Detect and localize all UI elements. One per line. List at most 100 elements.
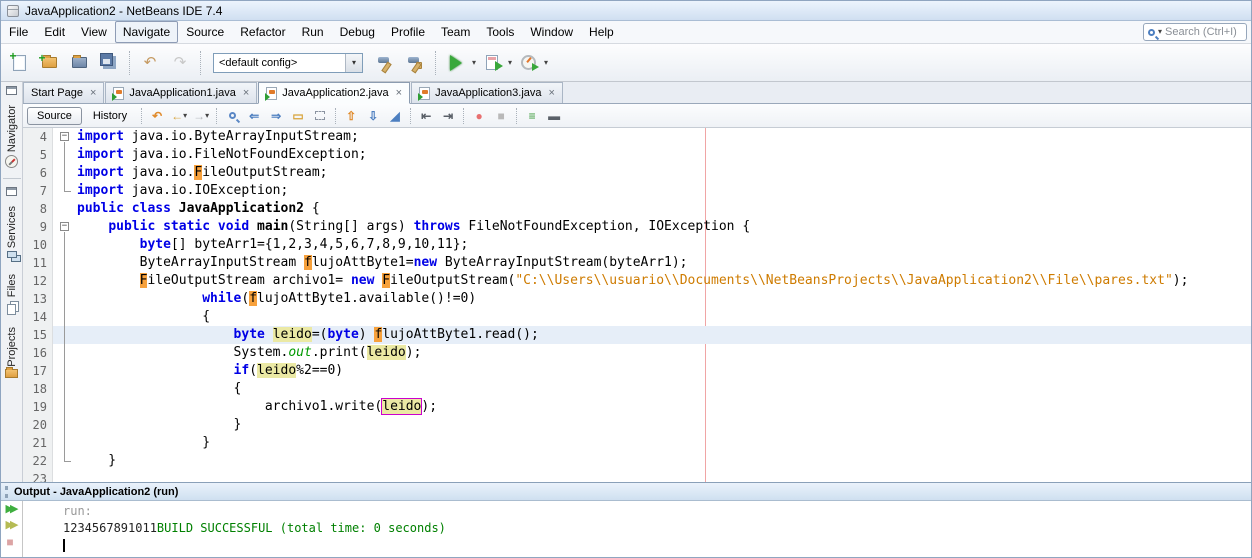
run-dropdown-icon[interactable]: ▾: [472, 58, 476, 67]
line-number[interactable]: 4: [23, 128, 53, 146]
previous-occurrence-button[interactable]: ⇐: [244, 106, 264, 126]
back-button[interactable]: ← ▾: [169, 106, 189, 126]
search-box[interactable]: ▾ Search (Ctrl+I): [1143, 23, 1247, 41]
dock-window-icon[interactable]: [6, 86, 17, 95]
rectangular-selection-button[interactable]: [310, 106, 330, 126]
tab-javaapplication2-java[interactable]: JavaApplication2.java ×: [258, 82, 411, 104]
new-project-button[interactable]: [35, 49, 63, 77]
code-line-19[interactable]: 19 archivo1.write(leido);: [23, 398, 1251, 416]
debug-dropdown-icon[interactable]: ▾: [508, 58, 512, 67]
menu-debug[interactable]: Debug: [332, 21, 383, 43]
tab-close-icon[interactable]: ×: [394, 87, 402, 99]
code-line-22[interactable]: 22 }: [23, 452, 1251, 470]
run-project-button[interactable]: [442, 49, 470, 77]
output-header[interactable]: Output - JavaApplication2 (run): [1, 483, 1251, 501]
new-file-button[interactable]: [5, 49, 33, 77]
rerun-button[interactable]: ▶▶: [6, 504, 19, 515]
next-occurrence-button[interactable]: ⇒: [266, 106, 286, 126]
build-project-button[interactable]: [371, 49, 399, 77]
sidebar-item-projects[interactable]: Projects: [5, 323, 18, 383]
code-line-6[interactable]: 6 import java.io.FileOutputStream;: [23, 164, 1251, 182]
line-number[interactable]: 7: [23, 182, 53, 200]
forward-dropdown-icon[interactable]: ▾: [205, 111, 209, 120]
menu-navigate[interactable]: Navigate: [114, 21, 179, 43]
line-number[interactable]: 23: [23, 470, 53, 482]
configuration-combobox[interactable]: <default config> ▾: [213, 52, 363, 73]
menu-team[interactable]: Team: [433, 21, 478, 43]
dock-window-icon[interactable]: [6, 187, 17, 197]
code-fold-icon[interactable]: −: [53, 218, 77, 236]
code-line-14[interactable]: 14 {: [23, 308, 1251, 326]
forward-button[interactable]: → ▾: [191, 106, 211, 126]
menu-tools[interactable]: Tools: [478, 21, 522, 43]
line-number[interactable]: 13: [23, 290, 53, 308]
line-number[interactable]: 15: [23, 326, 53, 344]
collapse-minus-icon[interactable]: −: [60, 132, 69, 141]
back-dropdown-icon[interactable]: ▾: [183, 111, 187, 120]
combobox-dropdown-icon[interactable]: ▾: [345, 53, 362, 72]
undo-button[interactable]: ↶: [136, 49, 164, 77]
stop-button[interactable]: ■: [6, 536, 16, 548]
toggle-highlight-button[interactable]: ▭: [288, 106, 308, 126]
find-button[interactable]: [222, 106, 242, 126]
menu-file[interactable]: File: [1, 21, 36, 43]
clean-build-project-button[interactable]: [401, 49, 429, 77]
code-line-18[interactable]: 18 {: [23, 380, 1251, 398]
next-bookmark-button[interactable]: ⇩: [363, 106, 383, 126]
history-view-button[interactable]: History: [84, 108, 136, 124]
drag-grip-icon[interactable]: [5, 485, 8, 498]
line-number[interactable]: 20: [23, 416, 53, 434]
tab-close-icon[interactable]: ×: [88, 87, 96, 99]
menu-refactor[interactable]: Refactor: [232, 21, 293, 43]
line-number[interactable]: 9: [23, 218, 53, 236]
previous-bookmark-button[interactable]: ⇧: [341, 106, 361, 126]
code-line-10[interactable]: 10 byte[] byteArr1={1,2,3,4,5,6,7,8,9,10…: [23, 236, 1251, 254]
code-line-11[interactable]: 11 ByteArrayInputStream flujoAttByte1=ne…: [23, 254, 1251, 272]
menu-run[interactable]: Run: [294, 21, 332, 43]
tab-close-icon[interactable]: ×: [241, 87, 249, 99]
code-line-8[interactable]: 8 public class JavaApplication2 {: [23, 200, 1251, 218]
menu-profile[interactable]: Profile: [383, 21, 433, 43]
tab-close-icon[interactable]: ×: [547, 87, 555, 99]
line-number[interactable]: 16: [23, 344, 53, 362]
save-all-button[interactable]: [95, 49, 123, 77]
menu-window[interactable]: Window: [522, 21, 581, 43]
line-number[interactable]: 11: [23, 254, 53, 272]
code-line-4[interactable]: 4− import java.io.ByteArrayInputStream;: [23, 128, 1251, 146]
code-line-16[interactable]: 16 System.out.print(leido);: [23, 344, 1251, 362]
source-view-button[interactable]: Source: [27, 106, 82, 125]
line-number[interactable]: 21: [23, 434, 53, 452]
code-line-17[interactable]: 17 if(leido%2==0): [23, 362, 1251, 380]
debug-project-button[interactable]: [478, 49, 506, 77]
line-number[interactable]: 18: [23, 380, 53, 398]
toggle-bookmark-button[interactable]: ◢: [385, 106, 405, 126]
titlebar[interactable]: JavaApplication2 - NetBeans IDE 7.4: [1, 1, 1251, 21]
sidebar-item-files[interactable]: Files: [6, 270, 18, 318]
code-line-20[interactable]: 20 }: [23, 416, 1251, 434]
sidebar-item-services[interactable]: Services: [6, 202, 18, 266]
code-editor[interactable]: 4− import java.io.ByteArrayInputStream; 5 i…: [23, 128, 1251, 482]
line-number[interactable]: 12: [23, 272, 53, 290]
profile-dropdown-icon[interactable]: ▾: [544, 58, 548, 67]
line-number[interactable]: 14: [23, 308, 53, 326]
uncomment-button[interactable]: ▬: [544, 106, 564, 126]
code-line-23[interactable]: 23: [23, 470, 1251, 482]
line-number[interactable]: 22: [23, 452, 53, 470]
line-number[interactable]: 17: [23, 362, 53, 380]
redo-button[interactable]: ↷: [166, 49, 194, 77]
tab-javaapplication1-java[interactable]: JavaApplication1.java ×: [105, 82, 258, 103]
line-number[interactable]: 8: [23, 200, 53, 218]
menu-source[interactable]: Source: [178, 21, 232, 43]
shift-left-button[interactable]: ⇤: [416, 106, 436, 126]
line-number[interactable]: 19: [23, 398, 53, 416]
code-line-13[interactable]: 13 while(flujoAttByte1.available()!=0): [23, 290, 1251, 308]
code-line-5[interactable]: 5 import java.io.FileNotFoundException;: [23, 146, 1251, 164]
code-line-7[interactable]: 7 import java.io.IOException;: [23, 182, 1251, 200]
menu-view[interactable]: View: [73, 21, 115, 43]
open-project-button[interactable]: [65, 49, 93, 77]
code-line-21[interactable]: 21 }: [23, 434, 1251, 452]
sidebar-item-navigator[interactable]: Navigator: [5, 101, 18, 172]
menu-help[interactable]: Help: [581, 21, 622, 43]
comment-button[interactable]: ≡: [522, 106, 542, 126]
search-dropdown-icon[interactable]: ▾: [1158, 28, 1162, 36]
